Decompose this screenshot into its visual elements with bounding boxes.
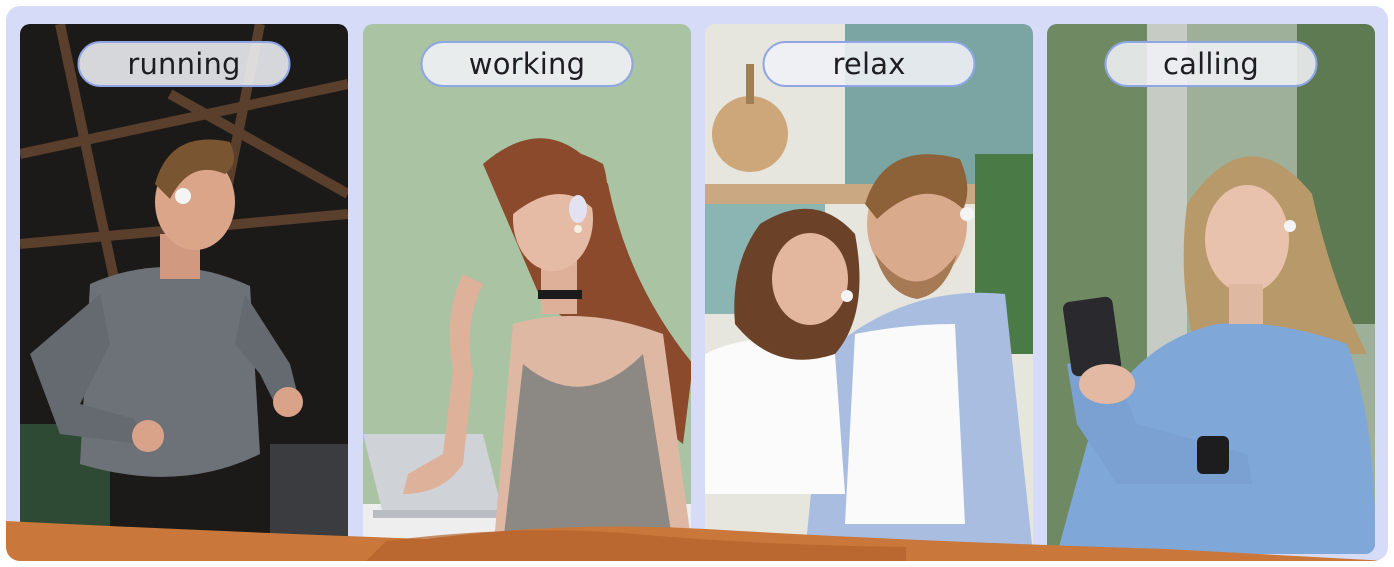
- activity-label: running: [77, 41, 291, 87]
- couple-relaxing-icon: [705, 24, 1033, 554]
- panel-running: running: [20, 24, 348, 554]
- activity-label: calling: [1104, 41, 1318, 87]
- panel-relax: relax: [705, 24, 1033, 554]
- blanket-foreground: [6, 521, 1388, 561]
- woman-phone-icon: [1047, 24, 1375, 554]
- activity-collage: running working relax calling: [6, 6, 1388, 561]
- man-running-gym-icon: [20, 24, 348, 554]
- woman-laptop-icon: [363, 24, 691, 554]
- activity-label: relax: [762, 41, 976, 87]
- activity-label: working: [420, 41, 634, 87]
- panel-working: working: [363, 24, 691, 554]
- panel-calling: calling: [1047, 24, 1375, 554]
